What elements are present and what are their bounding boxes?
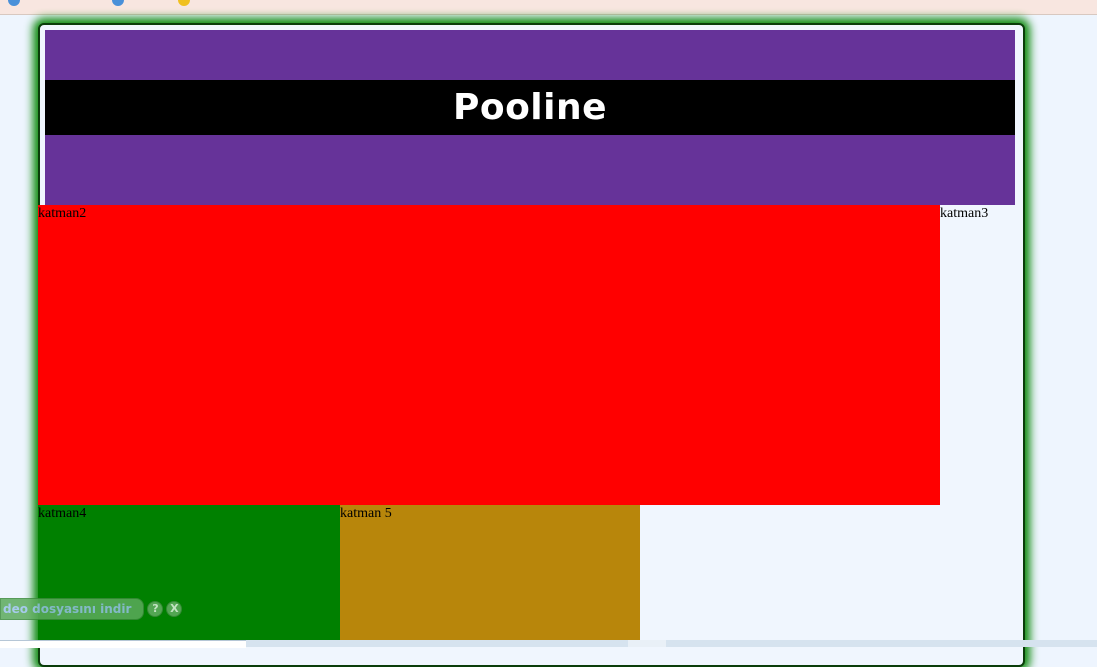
status-bar-segment — [628, 640, 666, 647]
site-header: Pooline — [45, 30, 1015, 205]
layer-label: katman2 — [38, 206, 87, 221]
forward-arrow-icon[interactable] — [112, 0, 124, 6]
layer-katman5: katman 5 — [340, 505, 640, 645]
video-download-toolbar: deo dosyasını indir ? X — [0, 597, 183, 621]
title-band: Pooline — [45, 80, 1015, 135]
layer-label: katman 5 — [340, 506, 392, 521]
layer-label: katman3 — [940, 206, 989, 221]
layer-katman3: katman3 — [940, 205, 1018, 505]
layer-label: katman4 — [38, 506, 87, 521]
download-video-button[interactable]: deo dosyasını indir — [0, 598, 145, 620]
layer-katman4: katman4 — [38, 505, 340, 645]
layer-katman2: katman2 — [38, 205, 940, 505]
close-icon[interactable]: X — [166, 601, 183, 617]
help-icon[interactable]: ? — [147, 601, 164, 617]
star-icon[interactable] — [178, 0, 190, 6]
page-title: Pooline — [452, 87, 608, 128]
browser-toolbar-strip — [0, 0, 1097, 15]
back-arrow-icon[interactable] — [8, 0, 20, 6]
